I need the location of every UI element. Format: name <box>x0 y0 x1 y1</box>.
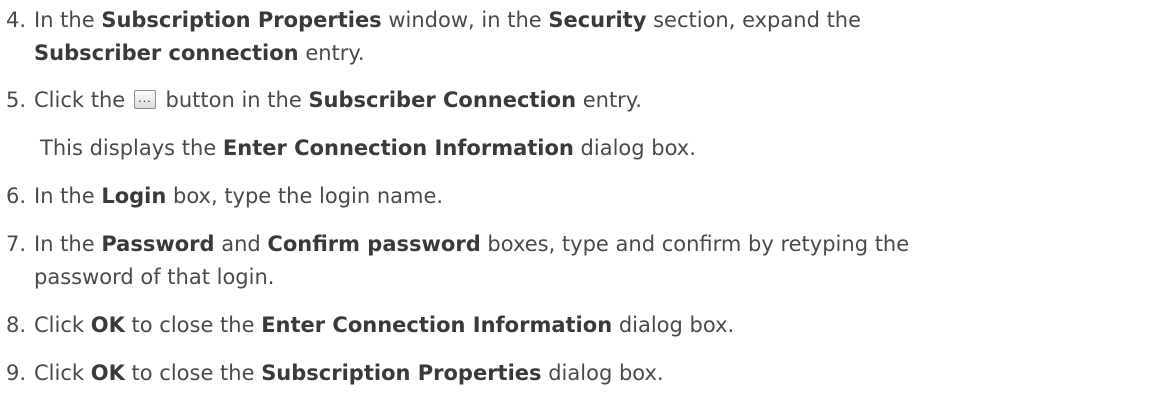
ui-term-enter-connection-information: Enter Connection Information <box>222 136 574 160</box>
text-run: In the <box>34 8 102 32</box>
text-run: This displays the <box>40 136 223 160</box>
step-4-line-1: 4. In the Subscription Properties window,… <box>6 4 1156 37</box>
text-run: box, type the login name. <box>166 184 444 208</box>
ui-term-subscription-properties: Subscription Properties <box>101 8 382 32</box>
step-number: 9. <box>6 361 27 385</box>
step-7-line-2: password of that login. <box>6 261 1156 294</box>
text-run: boxes, type and confirm by retyping the <box>480 232 910 256</box>
step-number: 8. <box>6 313 27 337</box>
step-9: 9. Click OK to close the Subscription Pro… <box>6 357 1156 390</box>
text-run: entry. <box>576 88 642 112</box>
text-run: button in the <box>158 88 309 112</box>
ui-term-confirm-password: Confirm password <box>267 232 481 256</box>
text-run: dialog box. <box>541 361 664 385</box>
text-run: to close the <box>124 361 262 385</box>
text-run: dialog box. <box>612 313 735 337</box>
ui-term-subscriber-connection: Subscriber Connection <box>308 88 577 112</box>
step-7: 7. In the Password and Confirm password b… <box>6 228 1156 294</box>
ui-term-password: Password <box>101 232 215 256</box>
text-run: Click <box>34 313 91 337</box>
ellipsis-button-icon <box>133 89 156 109</box>
step-5: 5. Click the button in the Subscriber Con… <box>6 84 1156 117</box>
ui-term-subscription-properties: Subscription Properties <box>261 361 542 385</box>
step-number: 7. <box>6 232 27 256</box>
text-run: Click <box>34 361 91 385</box>
ui-term-ok: OK <box>90 313 125 337</box>
step-4: 4. In the Subscription Properties window,… <box>6 4 1156 70</box>
step-4-line-2: Subscriber connection entry. <box>6 37 1156 70</box>
text-run: and <box>214 232 268 256</box>
text-run: entry. <box>298 41 365 65</box>
ui-term-subscriber-connection: Subscriber connection <box>34 41 299 65</box>
text-run: password of that login. <box>34 265 275 289</box>
text-run: window, in the <box>381 8 549 32</box>
text-run: In the <box>34 184 102 208</box>
ui-term-login: Login <box>101 184 167 208</box>
text-run: section, expand the <box>646 8 862 32</box>
step-number: 5. <box>6 88 27 112</box>
text-run: dialog box. <box>573 136 696 160</box>
step-6: 6. In the Login box, type the login name. <box>6 180 1156 213</box>
step-5-result-note: This displays the Enter Connection Infor… <box>40 132 696 165</box>
step-number: 4. <box>6 8 27 32</box>
text-run: to close the <box>124 313 262 337</box>
step-8: 8. Click OK to close the Enter Connection… <box>6 309 1156 342</box>
ui-term-ok: OK <box>90 361 125 385</box>
text-run: Click the <box>34 88 132 112</box>
document: 4. In the Subscription Properties window,… <box>0 0 1169 410</box>
step-number: 6. <box>6 184 27 208</box>
text-run: In the <box>34 232 102 256</box>
ui-term-enter-connection-information: Enter Connection Information <box>261 313 613 337</box>
step-7-line-1: 7. In the Password and Confirm password b… <box>6 228 1156 261</box>
ui-term-security: Security <box>548 8 647 32</box>
